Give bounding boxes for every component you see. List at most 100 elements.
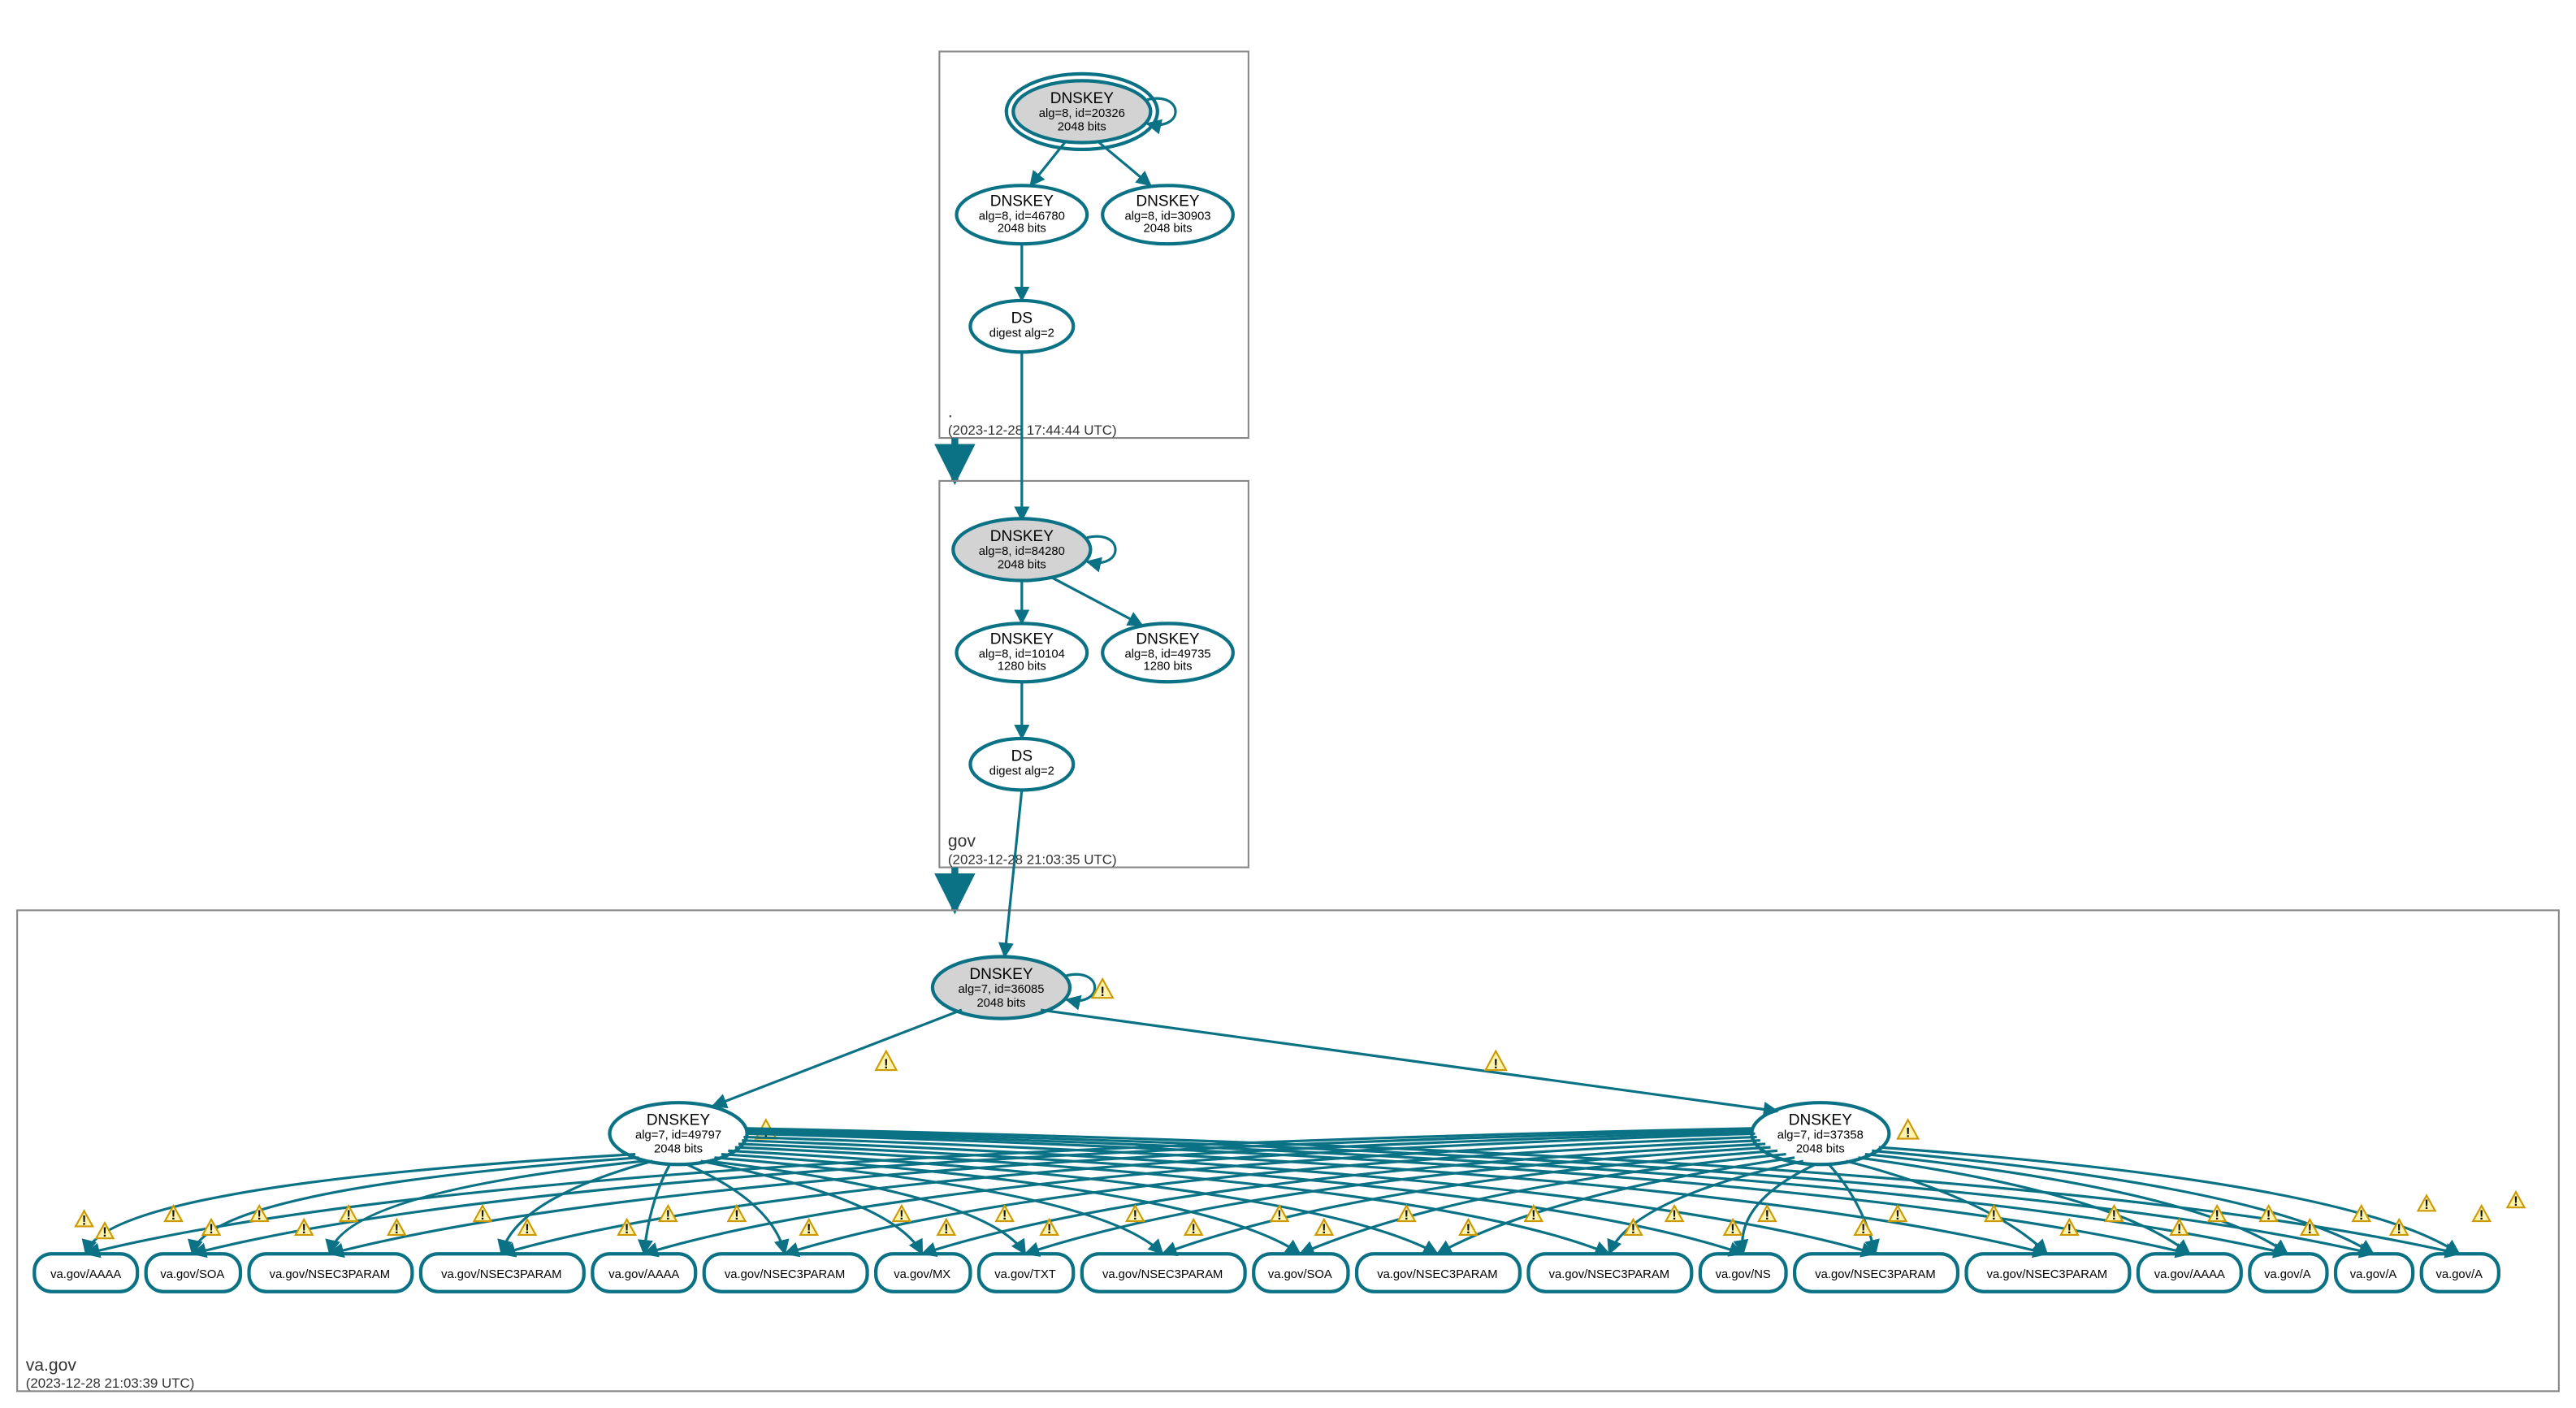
rr-r15-text: va.gov/AAAA	[2154, 1268, 2225, 1281]
warning-icon[interactable]: !	[876, 1051, 896, 1072]
node-vagov-zsk2-l2: 2048 bits	[1796, 1142, 1845, 1155]
svg-text:!: !	[1322, 1221, 1327, 1237]
svg-text:!: !	[1047, 1221, 1052, 1237]
warning-icon[interactable]: !	[1666, 1206, 1683, 1223]
svg-text:!: !	[1906, 1124, 1911, 1140]
svg-text:!: !	[2214, 1207, 2219, 1223]
svg-text:!: !	[666, 1207, 671, 1223]
node-root-zsk2-title: DNSKEY	[1136, 193, 1200, 210]
node-gov-ds-title: DS	[1011, 747, 1033, 765]
svg-text:!: !	[2479, 1207, 2484, 1223]
rr-r1-text: va.gov/SOA	[160, 1268, 224, 1281]
warning-icon[interactable]: !	[2507, 1192, 2524, 1209]
edge-govksk-zsk2	[1051, 577, 1142, 625]
svg-text:!: !	[1895, 1207, 1900, 1223]
svg-text:!: !	[171, 1207, 176, 1223]
zone-ts-root: (2023-12-28 17:44:44 UTC)	[948, 422, 1117, 438]
rr-r13-text: va.gov/NSEC3PARAM	[1815, 1268, 1935, 1281]
node-gov-ds-l1: digest alg=2	[989, 765, 1054, 778]
rr-r8-text: va.gov/NSEC3PARAM	[1102, 1268, 1223, 1281]
warning-icon[interactable]: !	[800, 1220, 817, 1237]
warning-icon[interactable]: !	[1855, 1220, 1872, 1237]
warning-icon[interactable]: !	[660, 1206, 677, 1223]
svg-text:!: !	[884, 1056, 889, 1072]
svg-text:!: !	[1100, 984, 1105, 999]
warning-icon[interactable]: !	[1315, 1220, 1332, 1237]
node-gov-ksk-l2: 2048 bits	[998, 559, 1046, 572]
rr-r5-text: va.gov/NSEC3PARAM	[725, 1268, 845, 1281]
svg-text:!: !	[257, 1207, 262, 1223]
warning-icon[interactable]: !	[1127, 1206, 1144, 1223]
warning-icon[interactable]: !	[2418, 1195, 2435, 1212]
edge-rootksk-zsk1	[1030, 142, 1064, 185]
warning-icon[interactable]: !	[996, 1206, 1013, 1223]
svg-text:!: !	[2396, 1221, 2401, 1237]
svg-text:!: !	[480, 1207, 485, 1223]
node-gov-ksk-l1: alg=8, id=84280	[979, 545, 1065, 558]
warning-icon[interactable]: !	[1185, 1220, 1202, 1237]
svg-text:!: !	[734, 1207, 739, 1223]
zone-ts-vagov: (2023-12-28 21:03:39 UTC)	[26, 1376, 195, 1391]
warning-icon[interactable]: !	[96, 1223, 113, 1240]
svg-text:!: !	[209, 1221, 214, 1237]
node-gov-zsk2-title: DNSKEY	[1136, 631, 1200, 648]
rr-r12-text: va.gov/NS	[1716, 1268, 1771, 1281]
warning-icon[interactable]: !	[1460, 1220, 1477, 1237]
svg-text:!: !	[525, 1221, 530, 1237]
warning-icon[interactable]: !	[1486, 1051, 1506, 1072]
warning-icon[interactable]: !	[2473, 1206, 2490, 1223]
warning-icon[interactable]: !	[474, 1206, 491, 1223]
warning-icon[interactable]: !	[76, 1211, 93, 1228]
node-gov-ksk-title: DNSKEY	[990, 528, 1054, 545]
node-root-ds-title: DS	[1011, 310, 1033, 327]
node-vagov-zsk1-l2: 2048 bits	[654, 1142, 703, 1155]
rr-r6-text: va.gov/MX	[894, 1268, 950, 1281]
node-root-ksk-title: DNSKEY	[1050, 90, 1115, 107]
svg-text:!: !	[301, 1221, 306, 1237]
rr-r18-text: va.gov/A	[2435, 1268, 2483, 1281]
svg-text:!: !	[1992, 1207, 1997, 1223]
svg-text:!: !	[395, 1221, 400, 1237]
warning-icon[interactable]: !	[1889, 1206, 1906, 1223]
fan-edges	[86, 1129, 2460, 1254]
svg-text:!: !	[1764, 1207, 1769, 1223]
svg-text:!: !	[82, 1212, 87, 1228]
node-gov-zsk1-title: DNSKEY	[990, 631, 1054, 648]
edge-govds-vagovksk	[1005, 790, 1022, 956]
zone-label-gov: gov	[948, 832, 976, 851]
svg-text:!: !	[2359, 1207, 2364, 1223]
node-root-zsk2-l1: alg=8, id=30903	[1125, 210, 1211, 223]
warning-icon[interactable]: !	[1985, 1206, 2002, 1223]
warning-icon[interactable]: !	[618, 1220, 635, 1237]
svg-text:!: !	[2177, 1221, 2182, 1237]
rr-r4-text: va.gov/AAAA	[608, 1268, 679, 1281]
edge-vagovksk-zsk1	[712, 1010, 962, 1106]
svg-text:!: !	[2513, 1194, 2518, 1209]
node-root-zsk2-l2: 2048 bits	[1144, 222, 1193, 235]
svg-text:!: !	[102, 1224, 107, 1240]
rr-r11-text: va.gov/NSEC3PARAM	[1549, 1268, 1669, 1281]
warning-icon[interactable]: !	[2171, 1220, 2188, 1237]
svg-text:!: !	[2067, 1221, 2072, 1237]
zone-ts-gov: (2023-12-28 21:03:35 UTC)	[948, 851, 1117, 867]
svg-text:!: !	[1191, 1221, 1196, 1237]
warning-icon[interactable]: !	[1898, 1120, 1918, 1140]
node-root-zsk1-l2: 2048 bits	[998, 222, 1046, 235]
warning-icon[interactable]: !	[893, 1206, 910, 1223]
node-vagov-ksk-l2: 2048 bits	[976, 997, 1025, 1010]
warning-icon[interactable]: !	[388, 1220, 405, 1237]
node-vagov-zsk1-l1: alg=7, id=49797	[635, 1129, 721, 1142]
node-gov-zsk2-l1: alg=8, id=49735	[1125, 648, 1211, 661]
svg-text:!: !	[1405, 1207, 1409, 1223]
node-gov-zsk1-l2: 1280 bits	[998, 660, 1046, 673]
svg-text:!: !	[1493, 1056, 1498, 1072]
node-root-ksk-l2: 2048 bits	[1058, 121, 1106, 134]
rr-row: va.gov/AAAA va.gov/SOA va.gov/NSEC3PARAM…	[34, 1254, 2499, 1292]
svg-text:!: !	[2308, 1221, 2313, 1237]
node-vagov-zsk2-l1: alg=7, id=37358	[1777, 1129, 1864, 1142]
svg-text:!: !	[2266, 1207, 2271, 1223]
node-vagov-ksk-l1: alg=7, id=36085	[958, 983, 1044, 996]
svg-text:!: !	[346, 1207, 351, 1223]
warning-icon[interactable]: !	[1759, 1206, 1776, 1223]
warning-icon[interactable]: !	[937, 1220, 955, 1237]
